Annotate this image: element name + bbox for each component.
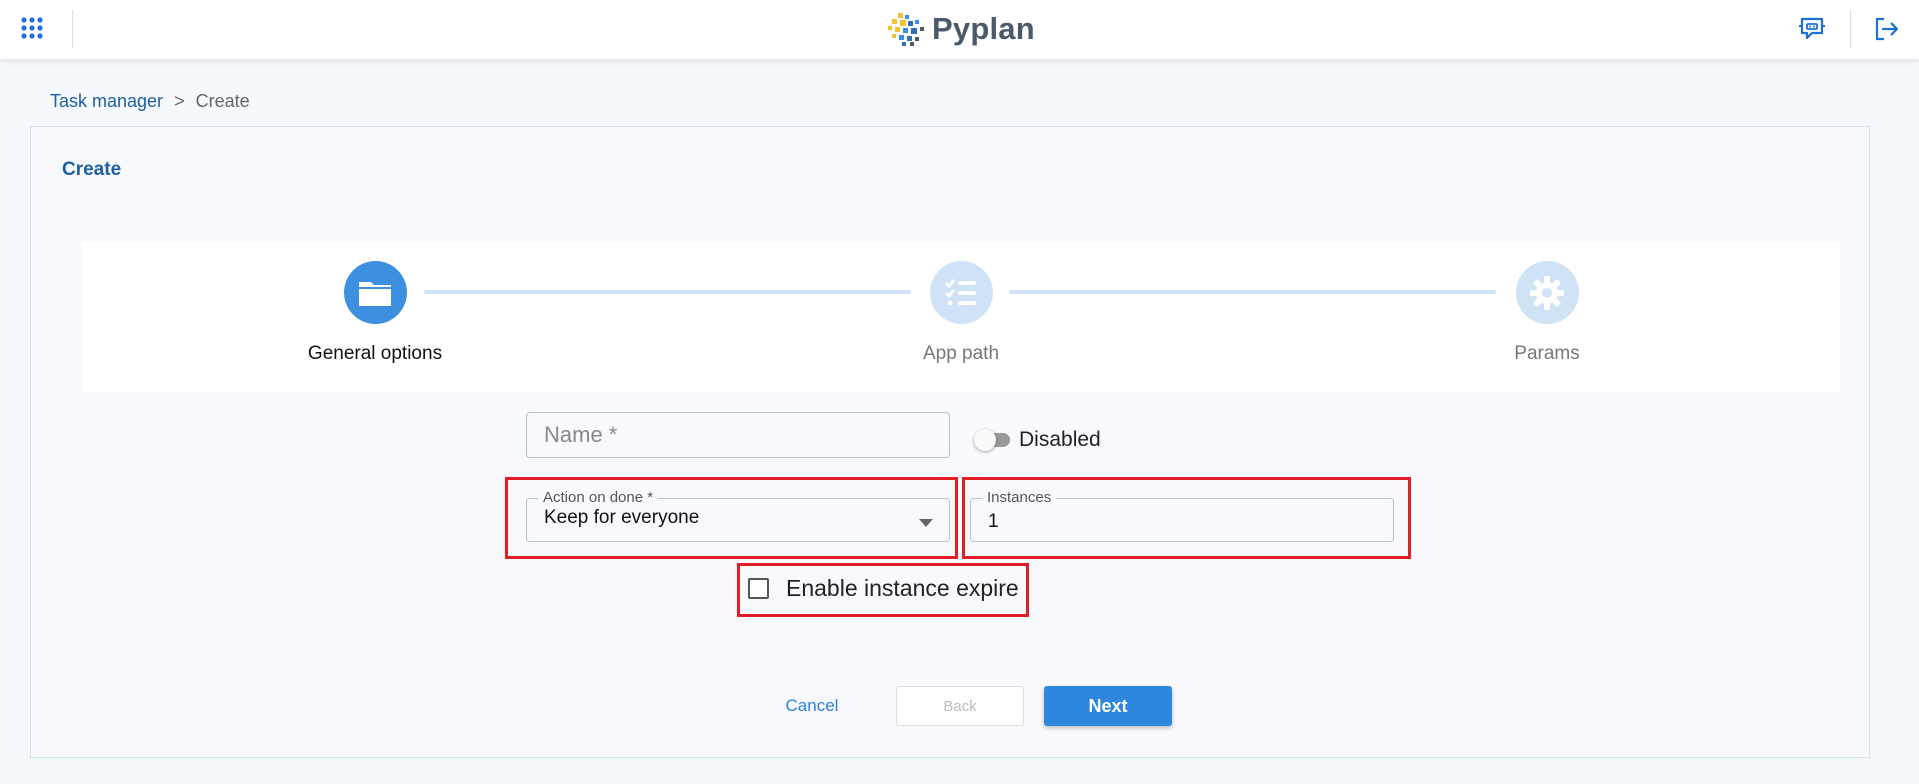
pyplan-logo-mark [888, 13, 924, 46]
chat-bubble-icon[interactable] [1796, 14, 1828, 44]
enable-instance-expire-checkbox[interactable]: Enable instance expire [748, 575, 1019, 602]
step-label: General options [307, 343, 443, 364]
action-on-done-label: Action on done * [538, 490, 659, 506]
breadcrumb: Task manager > Create [50, 91, 250, 112]
cancel-button[interactable]: Cancel [763, 687, 861, 725]
name-placeholder: Name * [544, 422, 618, 447]
back-button[interactable]: Back [896, 686, 1024, 726]
step-app-path[interactable]: App path [871, 261, 1051, 365]
logout-icon[interactable] [1870, 14, 1902, 44]
logo: Pyplan [886, 10, 1035, 48]
instances-value: 1 [988, 511, 999, 532]
header-divider [72, 10, 73, 48]
toggle-label: Disabled [1019, 428, 1101, 451]
next-button[interactable]: Next [1044, 686, 1172, 726]
toggle-knob [974, 429, 996, 451]
folder-icon [343, 261, 407, 324]
action-on-done-value: Keep for everyone [544, 507, 700, 528]
page-title: Create [62, 159, 122, 180]
stepper: General options App path Params [81, 242, 1840, 392]
stepper-connector [424, 290, 911, 294]
checklist-icon [929, 261, 993, 324]
logo-text: Pyplan [932, 11, 1035, 46]
action-on-done-select[interactable]: Action on done * Keep for everyone [526, 490, 950, 542]
step-params[interactable]: Params [1457, 261, 1637, 365]
create-card: Create General options App path Params [30, 126, 1870, 758]
enabled-toggle[interactable]: Disabled [974, 428, 1101, 452]
breadcrumb-separator: > [174, 91, 185, 111]
top-bar: Pyplan [0, 0, 1919, 59]
grid-apps-icon[interactable] [20, 16, 44, 40]
step-label: Params [1514, 343, 1580, 364]
header-divider [1850, 10, 1851, 48]
checkbox[interactable] [748, 578, 769, 599]
step-label: App path [922, 343, 1000, 364]
instances-input[interactable]: Instances 1 [970, 490, 1394, 542]
breadcrumb-current: Create [195, 91, 250, 111]
name-input[interactable]: Name * [526, 412, 950, 458]
toggle-track [974, 429, 1010, 451]
gear-icon [1515, 261, 1579, 324]
checkbox-label: Enable instance expire [786, 575, 1019, 601]
stepper-connector [1009, 290, 1496, 294]
chevron-down-icon [919, 519, 933, 527]
breadcrumb-task-manager-link[interactable]: Task manager [50, 91, 163, 112]
step-general-options[interactable]: General options [285, 261, 465, 365]
instances-label: Instances [982, 490, 1057, 506]
